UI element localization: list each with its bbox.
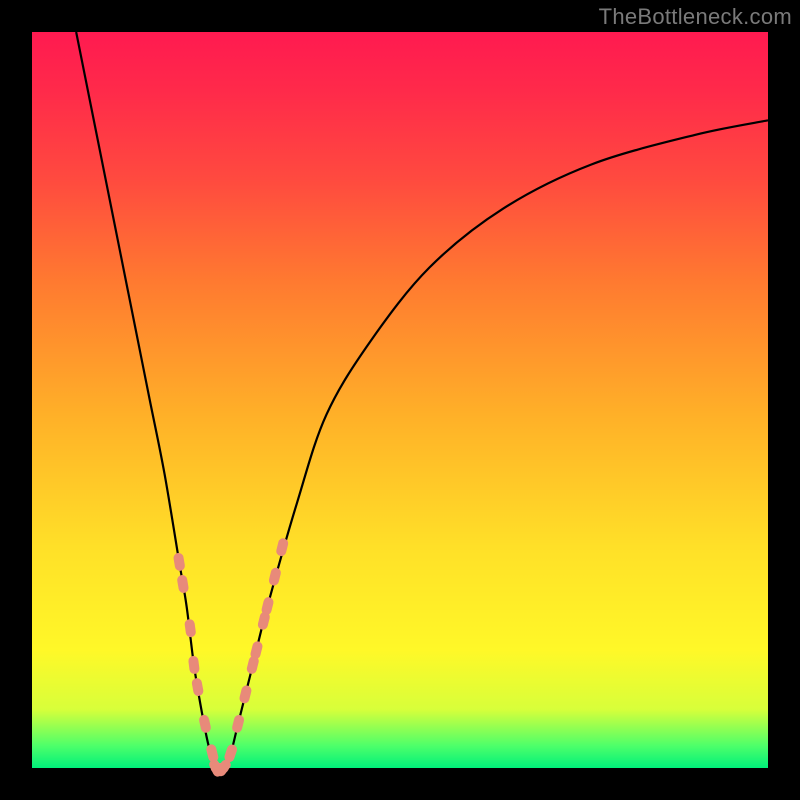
chart-frame: TheBottleneck.com: [0, 0, 800, 800]
curve-marker: [184, 619, 196, 638]
curve-marker: [231, 714, 245, 734]
plot-area: [32, 32, 768, 768]
curve-marker: [238, 684, 252, 704]
chart-svg: [32, 32, 768, 768]
curve-marker: [198, 714, 212, 734]
curve-marker: [191, 677, 204, 697]
marker-group: [173, 537, 289, 778]
curve-marker: [173, 552, 186, 571]
curve-marker: [275, 537, 289, 557]
curve-marker: [268, 567, 282, 587]
curve-marker: [188, 655, 200, 674]
watermark-text: TheBottleneck.com: [599, 4, 792, 30]
curve-marker: [176, 574, 189, 593]
bottleneck-curve: [76, 32, 768, 770]
